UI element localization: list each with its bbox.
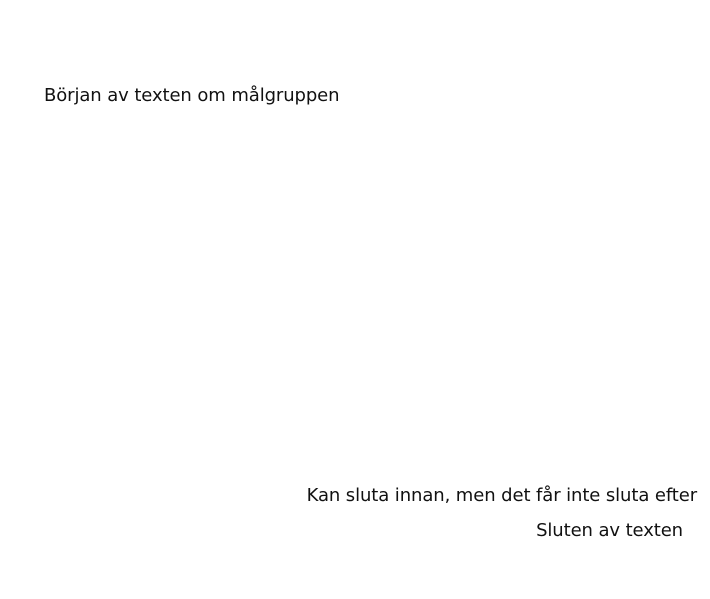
text-constraint-note: Kan sluta innan, men det får inte sluta … [306,485,698,506]
text-end: Sluten av texten [536,520,683,541]
document-canvas: Början av texten om målgruppen Kan sluta… [0,0,710,599]
text-start: Början av texten om målgruppen [44,85,340,106]
